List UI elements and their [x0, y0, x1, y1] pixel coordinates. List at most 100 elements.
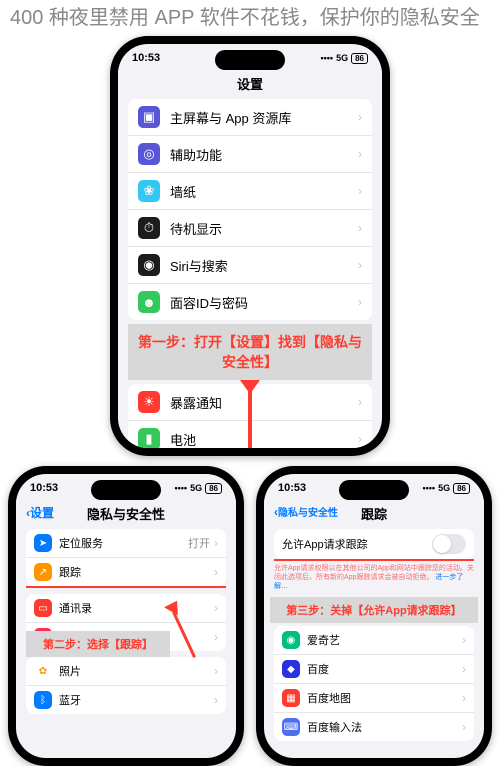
allow-tracking-row[interactable]: 允许App请求跟踪: [274, 529, 474, 559]
row-label: 主屏幕与 App 资源库: [170, 108, 358, 127]
signal-icon: ••••: [174, 483, 187, 493]
nav-header: ‹ 设置 隐私与安全性: [16, 498, 236, 529]
setting-row[interactable]: ▭ 通讯录›: [26, 594, 226, 623]
row-icon: ▣: [138, 106, 160, 128]
network-label: 5G: [438, 483, 450, 493]
row-label: 通讯录: [59, 600, 214, 616]
row-label: 电池: [170, 430, 358, 449]
network-label: 5G: [190, 483, 202, 493]
nav-header: ‹ 隐私与安全性 跟踪: [264, 498, 484, 529]
row-label: 墙纸: [170, 182, 358, 201]
page-title: 隐私与安全性: [87, 507, 165, 522]
row-icon: ⌨: [282, 718, 300, 736]
row-label: 跟踪: [59, 564, 214, 580]
step2-callout: 第二步：选择【跟踪】: [26, 631, 170, 657]
row-icon: ◆: [282, 660, 300, 678]
row-icon: ᛒ: [34, 691, 52, 709]
chevron-right-icon: ›: [214, 565, 218, 579]
row-icon: ☀: [138, 391, 160, 413]
chevron-right-icon: ›: [214, 630, 218, 644]
row-icon: ◉: [138, 254, 160, 276]
fine-print: 允许App请求权限以在其他公司的App和网站中跟踪您的活动。关闭此选项后，所有新…: [264, 561, 484, 594]
battery-icon: 86: [453, 483, 470, 494]
setting-row[interactable]: ☻面容ID与密码›: [128, 284, 372, 320]
row-icon: ▮: [138, 428, 160, 448]
chevron-right-icon: ›: [358, 221, 362, 235]
back-label: 设置: [30, 504, 54, 521]
row-icon: ✿: [34, 662, 52, 680]
row-label: 百度: [307, 661, 462, 677]
settings-list-2c: ✿照片›ᛒ蓝牙›: [26, 657, 226, 714]
row-value: 打开: [188, 535, 210, 551]
network-label: 5G: [336, 53, 348, 63]
back-label: 隐私与安全性: [278, 504, 338, 519]
setting-row[interactable]: ⌨ 百度输入法›: [274, 713, 474, 741]
setting-row[interactable]: ❀ 墙纸›: [128, 173, 372, 210]
chevron-right-icon: ›: [214, 536, 218, 550]
phone-frame-2: 10:53 •••• 5G 86 ‹ 设置 隐私与安全性 ➤ 定位服务打开 › ↗ 跟踪…: [8, 466, 244, 766]
page-title: 跟踪: [361, 507, 387, 522]
chevron-right-icon: ›: [358, 147, 362, 161]
status-time: 10:53: [278, 482, 306, 494]
row-icon: ◎: [138, 143, 160, 165]
article-title: 400 种夜里禁用 APP 软件不花钱，保护你的隐私安全: [0, 0, 500, 36]
row-label: 百度地图: [307, 690, 462, 706]
setting-row[interactable]: ↗ 跟踪›: [26, 558, 226, 586]
row-label: Siri与搜索: [170, 256, 358, 275]
setting-row[interactable]: ᛒ蓝牙›: [26, 686, 226, 714]
setting-row[interactable]: ◎ 辅助功能›: [128, 136, 372, 173]
setting-row[interactable]: ▦ 百度地图›: [274, 684, 474, 713]
battery-icon: 86: [205, 483, 222, 494]
battery-icon: 86: [351, 53, 368, 64]
row-label: 爱奇艺: [307, 632, 462, 648]
notch: [339, 480, 409, 500]
page-title: 设置: [118, 68, 382, 99]
row-icon: ❀: [138, 180, 160, 202]
step3-callout: 第三步：关掉【允许App请求跟踪】: [270, 597, 478, 623]
notch: [91, 480, 161, 500]
setting-row[interactable]: ▣ 主屏幕与 App 资源库›: [128, 99, 372, 136]
step1-callout: 第一步：打开【设置】找到【隐私与安全性】: [128, 324, 372, 380]
chevron-right-icon: ›: [462, 720, 466, 734]
chevron-right-icon: ›: [462, 691, 466, 705]
row-icon: ▭: [34, 599, 52, 617]
chevron-right-icon: ›: [358, 295, 362, 309]
setting-row[interactable]: ◉爱奇艺›: [274, 626, 474, 655]
back-button[interactable]: ‹ 隐私与安全性: [274, 504, 338, 519]
chevron-right-icon: ›: [358, 184, 362, 198]
phone-frame-1: 10:53 •••• 5G 86 设置 ▣主屏幕与 App 资源库›◎辅助功能›…: [110, 36, 390, 456]
chevron-right-icon: ›: [358, 432, 362, 446]
chevron-right-icon: ›: [214, 693, 218, 707]
row-label: 定位服务: [59, 535, 188, 551]
chevron-right-icon: ›: [462, 662, 466, 676]
row-label: 辅助功能: [170, 145, 358, 164]
row-icon: ▦: [282, 689, 300, 707]
status-time: 10:53: [30, 482, 58, 494]
setting-row[interactable]: ➤ 定位服务打开 ›: [26, 529, 226, 558]
row-label: 暴露通知: [170, 393, 358, 412]
chevron-right-icon: ›: [214, 664, 218, 678]
row-icon: ⏱: [138, 217, 160, 239]
status-time: 10:53: [132, 52, 160, 64]
row-label: 面容ID与密码: [170, 293, 358, 312]
setting-row[interactable]: ⏱待机显示›: [128, 210, 372, 247]
settings-list-2a: ➤ 定位服务打开 › ↗ 跟踪›: [26, 529, 226, 586]
setting-row[interactable]: ✿ 照片›: [26, 657, 226, 686]
chevron-right-icon: ›: [358, 110, 362, 124]
toggle-row-group: 允许App请求跟踪: [274, 529, 474, 559]
app-list: ◉爱奇艺›◆百度›▦百度地图›⌨百度输入法›: [274, 626, 474, 741]
back-button[interactable]: ‹ 设置: [26, 504, 54, 521]
row-icon: ➤: [34, 534, 52, 552]
settings-list-1a: ▣主屏幕与 App 资源库›◎辅助功能›❀墙纸›⏱待机显示›◉Siri与搜索›☻…: [128, 99, 372, 320]
setting-row[interactable]: ◉ Siri与搜索›: [128, 247, 372, 284]
row-label: 百度输入法: [307, 719, 462, 735]
chevron-right-icon: ›: [214, 601, 218, 615]
tracking-toggle[interactable]: [432, 534, 466, 554]
phone-frame-3: 10:53 •••• 5G 86 ‹ 隐私与安全性 跟踪 允许App请求跟踪: [256, 466, 492, 766]
signal-icon: ••••: [422, 483, 435, 493]
setting-row[interactable]: ◆ 百度›: [274, 655, 474, 684]
chevron-right-icon: ›: [358, 258, 362, 272]
row-label: 照片: [59, 663, 214, 679]
signal-icon: ••••: [320, 53, 333, 63]
row-icon: ↗: [34, 563, 52, 581]
